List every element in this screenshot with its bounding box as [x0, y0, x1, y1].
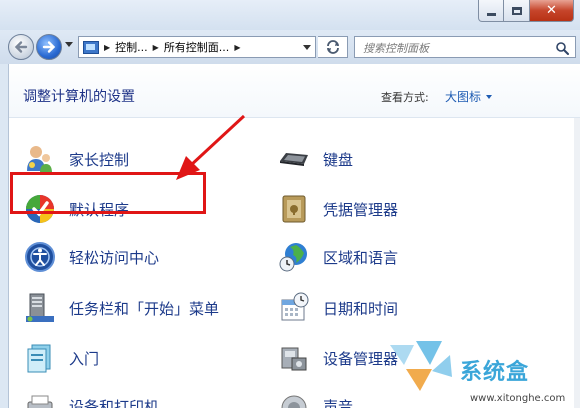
breadcrumb-all-items[interactable]: 所有控制面...: [164, 39, 230, 55]
view-by-label: 查看方式:: [381, 91, 429, 104]
scrollbar[interactable]: [574, 118, 580, 408]
region-language-icon: [277, 240, 311, 274]
item-label: 设备和打印机: [69, 397, 160, 408]
back-button[interactable]: [8, 34, 34, 60]
view-by-dropdown[interactable]: 大图标: [445, 88, 493, 105]
watermark-url: www.xitonghe.com: [470, 393, 566, 404]
item-label: 轻松访问中心: [69, 248, 160, 267]
back-arrow-icon: [14, 41, 28, 53]
address-bar[interactable]: ▶ 控制... ▶ 所有控制面... ▶: [78, 36, 316, 58]
chevron-right-icon[interactable]: ▶: [104, 43, 110, 52]
sound-icon: [277, 389, 311, 408]
recent-pages-dropdown[interactable]: [65, 42, 73, 47]
item-label: 键盘: [323, 150, 354, 169]
item-getting-started[interactable]: 入门: [23, 338, 99, 378]
maximize-button[interactable]: [504, 0, 530, 22]
item-region-language[interactable]: 区域和语言: [277, 237, 398, 277]
devices-printers-icon: [23, 389, 57, 408]
item-label: 入门: [69, 349, 100, 368]
content-header: 调整计算机的设置 查看方式: 大图标: [9, 64, 580, 118]
red-arrow-annotation: [176, 114, 246, 180]
refresh-button[interactable]: [318, 36, 348, 58]
search-box[interactable]: [354, 36, 576, 59]
item-label: 区域和语言: [323, 248, 399, 267]
minimize-icon: [486, 12, 496, 16]
search-input[interactable]: [355, 38, 545, 59]
credential-manager-icon: [277, 192, 311, 226]
item-date-time[interactable]: 日期和时间: [277, 288, 398, 328]
page-title: 调整计算机的设置: [23, 89, 135, 105]
item-credential-manager[interactable]: 凭据管理器: [277, 189, 398, 229]
item-devices-printers[interactable]: 设备和打印机: [23, 386, 159, 408]
item-keyboard[interactable]: 键盘: [277, 139, 353, 179]
item-label: 任务栏和「开始」菜单: [69, 299, 220, 318]
watermark-logo: [390, 341, 452, 391]
device-manager-icon: [277, 341, 311, 375]
maximize-icon: [511, 6, 522, 15]
parental-controls-icon: [23, 142, 57, 176]
control-panel-icon: [83, 40, 99, 54]
chevron-right-icon[interactable]: ▶: [153, 43, 159, 52]
item-ease-of-access[interactable]: 轻松访问中心: [23, 237, 159, 277]
getting-started-icon: [23, 341, 57, 375]
refresh-icon: [326, 40, 339, 54]
item-sound[interactable]: 声音: [277, 386, 353, 408]
keyboard-icon: [277, 142, 311, 176]
date-time-icon: [277, 291, 311, 325]
item-label: 声音: [323, 397, 354, 408]
minimize-button[interactable]: [478, 0, 504, 22]
navigation-bar: ▶ 控制... ▶ 所有控制面... ▶: [0, 30, 580, 64]
taskbar-icon: [23, 291, 57, 325]
address-dropdown-icon[interactable]: [303, 44, 311, 50]
window-controls: ✕: [478, 0, 574, 22]
item-label: 凭据管理器: [323, 200, 399, 219]
item-taskbar-start-menu[interactable]: 任务栏和「开始」菜单: [23, 288, 219, 328]
forward-arrow-icon: [42, 41, 56, 53]
forward-button[interactable]: [36, 34, 62, 60]
close-button[interactable]: ✕: [530, 0, 574, 22]
item-label: 家长控制: [69, 150, 130, 169]
ease-of-access-icon: [23, 240, 57, 274]
breadcrumb-control-panel[interactable]: 控制...: [115, 39, 148, 55]
item-label: 日期和时间: [323, 299, 399, 318]
close-icon: ✕: [546, 3, 557, 18]
chevron-right-icon[interactable]: ▶: [234, 43, 240, 52]
watermark-brand: 系统盒: [460, 360, 530, 385]
chevron-down-icon[interactable]: [486, 94, 493, 99]
search-icon[interactable]: [555, 41, 569, 55]
item-device-manager[interactable]: 设备管理器: [277, 338, 398, 378]
view-by-value[interactable]: 大图标: [445, 88, 481, 105]
title-bar: ✕: [0, 0, 580, 30]
